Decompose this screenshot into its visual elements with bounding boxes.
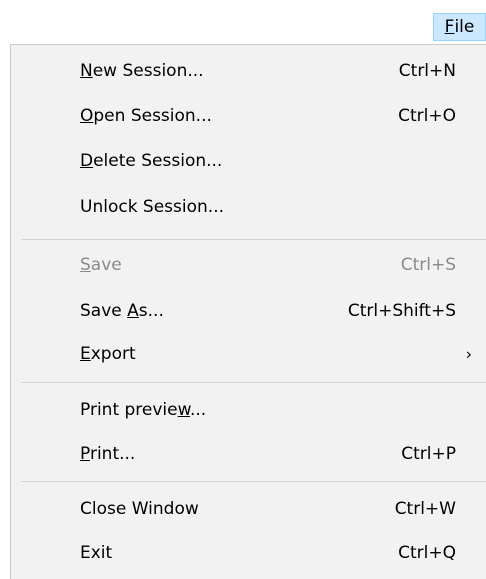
menu-item-label: Close Window [80,499,199,519]
file-dropdown-menu: New Session... Ctrl+N Open Session... Ct… [10,44,486,579]
menu-item-close-window[interactable]: Close Window Ctrl+W [11,489,486,529]
file-menu-accel: F [444,17,455,37]
menu-item-exit[interactable]: Exit Ctrl+Q [11,533,486,573]
menu-item-print[interactable]: Print... Ctrl+P [11,434,486,474]
menu-item-label: Print... [80,444,136,464]
menu-item-shortcut: Ctrl+W [394,499,456,519]
menu-item-label: Delete Session... [80,151,223,171]
menu-item-label: Exit [80,543,113,563]
file-menu-label: ile [454,17,475,37]
menu-item-label: Export [80,344,136,364]
menu-item-label: New Session... [80,61,204,81]
menu-item-label: Print preview... [80,400,207,420]
menu-item-shortcut: Ctrl+P [401,444,456,464]
menu-item-label: Open Session... [80,106,212,126]
menu-separator [21,481,486,482]
menu-item-label: Save As... [80,301,164,321]
menu-item-shortcut: Ctrl+S [400,255,456,275]
menu-item-shortcut: Ctrl+N [398,61,456,81]
menu-separator [21,382,486,383]
menu-item-label: Unlock Session... [80,197,225,217]
menu-item-delete-session[interactable]: Delete Session... [11,141,486,181]
menu-separator [21,239,486,240]
menu-bar: File [0,0,486,46]
menu-item-shortcut: Ctrl+O [398,106,456,126]
menu-item-save[interactable]: Save Ctrl+S [11,245,486,285]
submenu-arrow-icon: › [465,344,472,364]
menu-item-save-as[interactable]: Save As... Ctrl+Shift+S [11,291,486,331]
menu-item-open-session[interactable]: Open Session... Ctrl+O [11,96,486,136]
file-menu-button[interactable]: File [433,13,486,41]
menu-item-print-preview[interactable]: Print preview... [11,390,486,430]
menu-item-export[interactable]: Export › [11,334,486,374]
menu-item-shortcut: Ctrl+Q [398,543,456,563]
menu-item-shortcut: Ctrl+Shift+S [347,301,456,321]
menu-item-unlock-session[interactable]: Unlock Session... [11,187,486,227]
menu-item-new-session[interactable]: New Session... Ctrl+N [11,51,486,91]
menu-item-label: Save [80,255,122,275]
